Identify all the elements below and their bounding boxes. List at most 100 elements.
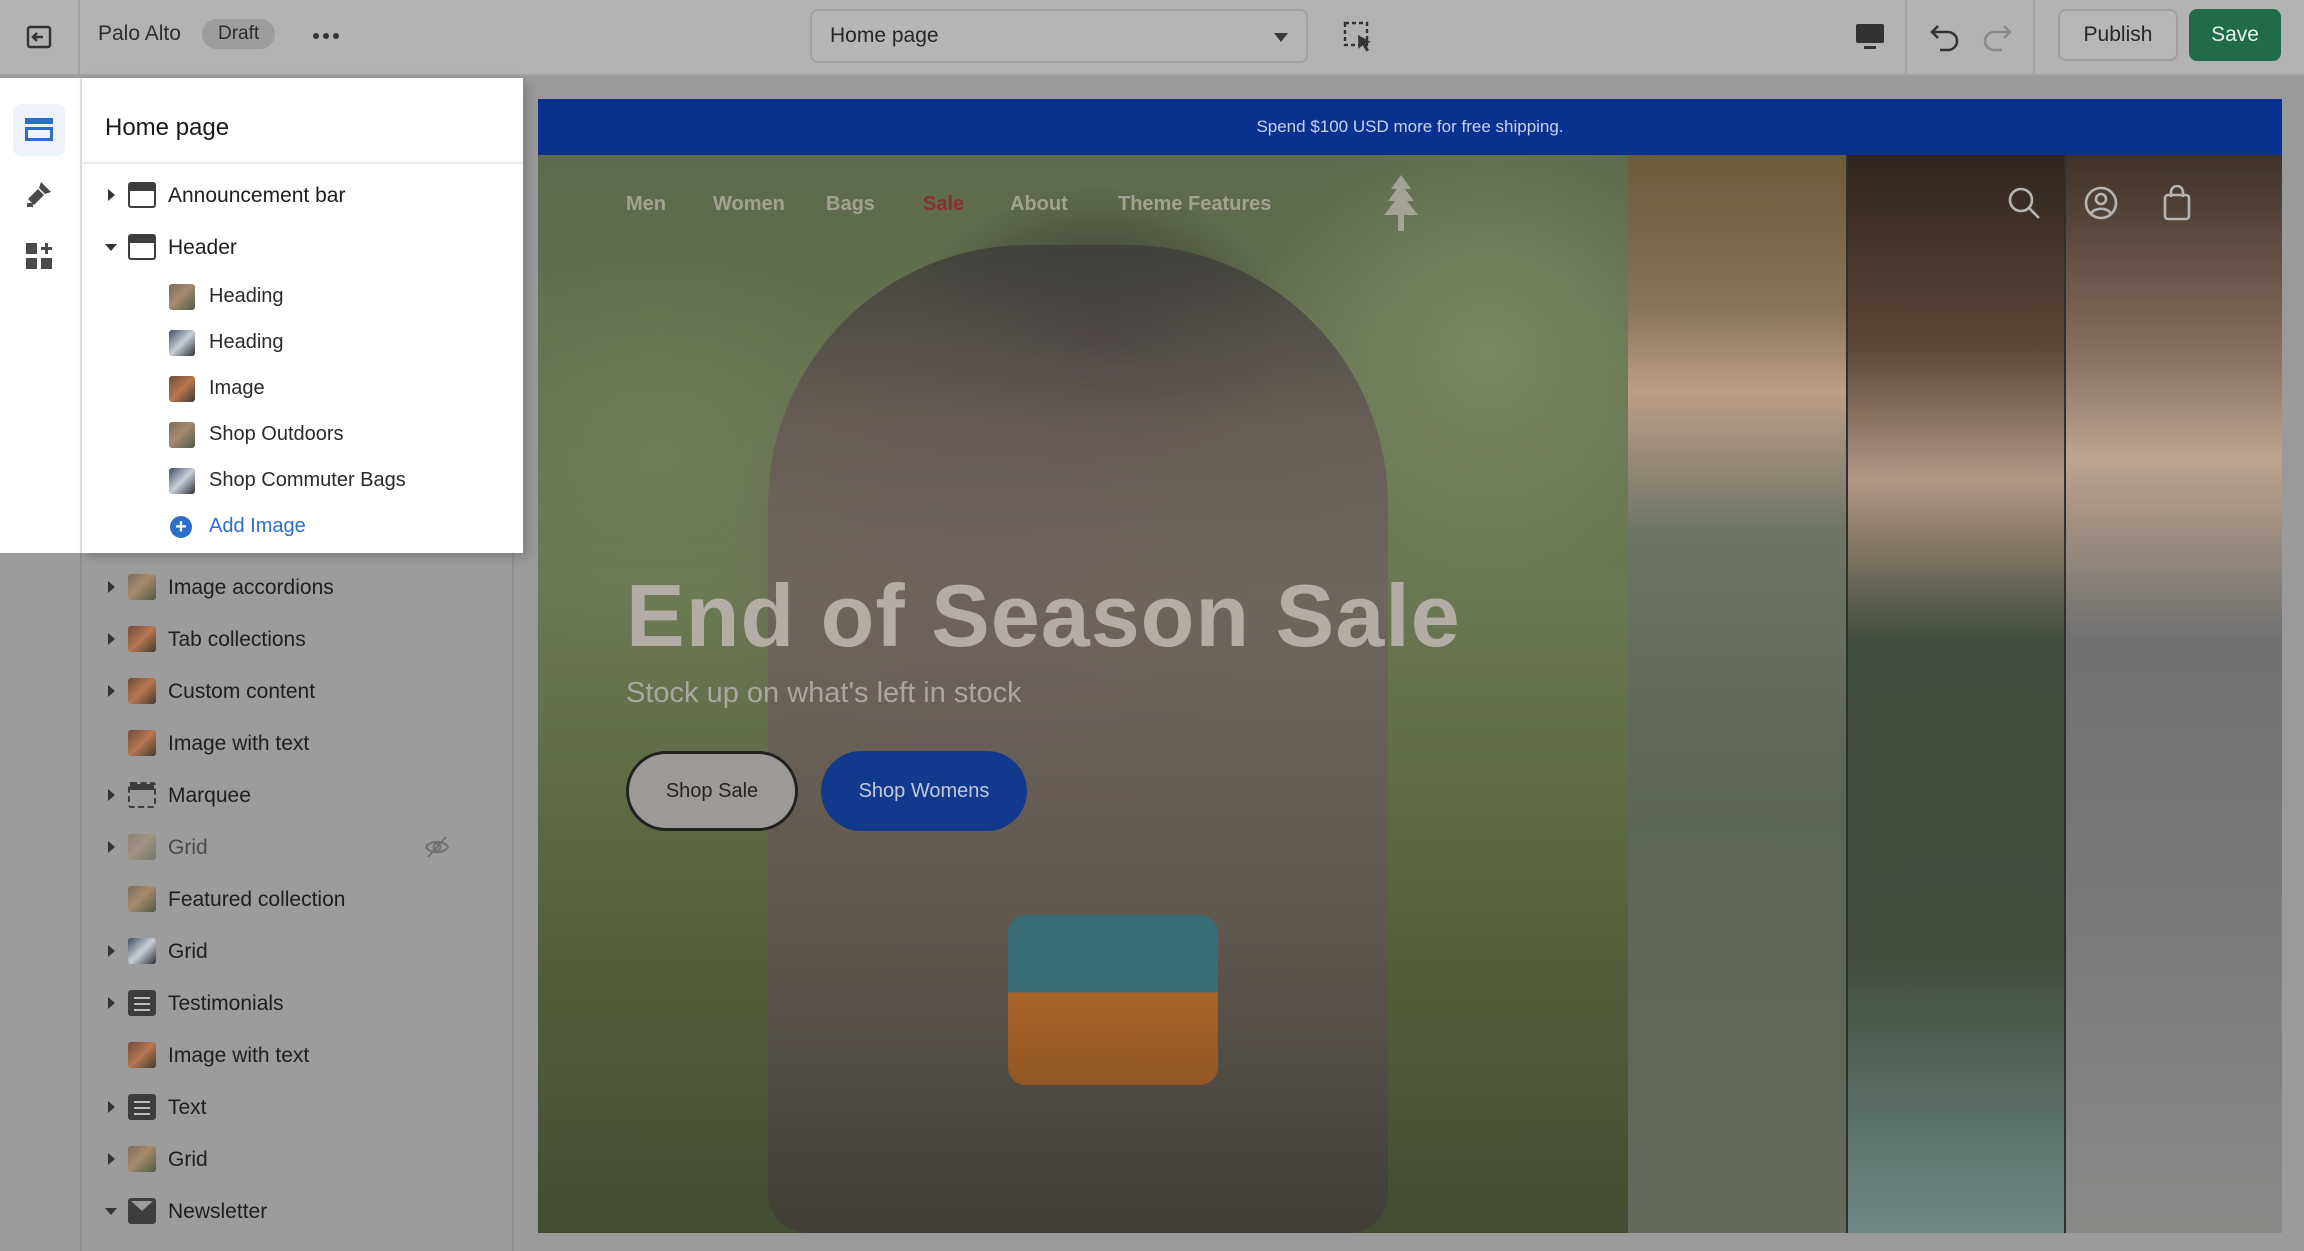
- theme-settings-icon: [27, 182, 51, 207]
- collapse-icon[interactable]: [105, 244, 117, 251]
- add-image-label: Add Image: [209, 515, 306, 537]
- image-thumbnail: [128, 1146, 156, 1172]
- section-item-text[interactable]: Text: [82, 1085, 514, 1129]
- more-actions-button[interactable]: [308, 18, 344, 54]
- image-thumbnail: [169, 330, 195, 356]
- expand-icon[interactable]: [108, 997, 115, 1009]
- block-item-heading[interactable]: Heading: [82, 274, 514, 318]
- block-item-shop-commuter-bags[interactable]: Shop Commuter Bags: [82, 458, 514, 502]
- section-label: Featured collection: [168, 888, 346, 911]
- expand-icon[interactable]: [108, 841, 115, 853]
- section-item-image-with-text-2[interactable]: Image with text: [82, 1033, 514, 1077]
- block-label: Shop Outdoors: [209, 423, 344, 445]
- image-thumbnail: [169, 468, 195, 494]
- apps-icon: [26, 243, 52, 269]
- section-label: Newsletter: [168, 1200, 268, 1223]
- section-item-announcement-bar[interactable]: Announcement bar: [82, 173, 514, 217]
- toolbar-divider: [2033, 0, 2035, 74]
- exit-icon: [26, 25, 52, 49]
- rail-sections-button[interactable]: [13, 104, 65, 156]
- sections-icon: [25, 118, 53, 141]
- image-thumbnail: [128, 730, 156, 756]
- add-image-button[interactable]: + Add Image: [82, 504, 514, 548]
- page-selector-value: Home page: [830, 24, 939, 47]
- toolbar-divider: [1905, 0, 1907, 74]
- section-label: Grid: [168, 940, 208, 963]
- block-label: Image: [209, 377, 265, 399]
- image-thumbnail: [128, 678, 156, 704]
- section-label: Tab collections: [168, 628, 306, 651]
- section-item-tab-collections[interactable]: Tab collections: [82, 617, 514, 661]
- section-item-custom-content[interactable]: Custom content: [82, 669, 514, 713]
- expand-icon[interactable]: [108, 581, 115, 593]
- collapse-icon[interactable]: [105, 1208, 117, 1215]
- inspector-icon[interactable]: [1340, 18, 1378, 56]
- section-label: Image with text: [168, 732, 310, 755]
- expand-icon[interactable]: [108, 945, 115, 957]
- block-label: Heading: [209, 285, 284, 307]
- image-thumbnail: [169, 422, 195, 448]
- section-item-grid[interactable]: Grid: [82, 929, 514, 973]
- expand-icon[interactable]: [108, 789, 115, 801]
- eye-hidden-icon[interactable]: [424, 835, 450, 859]
- section-label: Text: [168, 1096, 207, 1119]
- desktop-preview-icon[interactable]: [1852, 18, 1888, 54]
- rail-theme-settings-button[interactable]: [13, 168, 65, 220]
- image-thumbnail: [128, 574, 156, 600]
- block-item-shop-outdoors[interactable]: Shop Outdoors: [82, 412, 514, 456]
- section-icon: [128, 234, 156, 260]
- image-thumbnail: [128, 886, 156, 912]
- announcement-bar[interactable]: Spend $100 USD more for free shipping.: [538, 99, 2282, 155]
- undo-icon[interactable]: [1926, 16, 1964, 54]
- section-item-featured-collection[interactable]: Featured collection: [82, 877, 514, 921]
- marquee-icon: [128, 782, 156, 808]
- more-horizontal-icon: [313, 33, 339, 39]
- status-badge: Draft: [202, 19, 276, 49]
- section-item-image-accordions[interactable]: Image accordions: [82, 565, 514, 609]
- rail-apps-button[interactable]: [13, 230, 65, 282]
- image-thumbnail: [128, 1042, 156, 1068]
- section-item-header[interactable]: Header: [82, 225, 514, 269]
- text-icon: [128, 990, 156, 1016]
- section-label: Header: [168, 236, 237, 259]
- section-item-grid-hidden[interactable]: Grid: [82, 825, 514, 869]
- caret-down-icon: [1274, 33, 1288, 42]
- sidebar-title: Home page: [105, 114, 230, 141]
- section-label: Grid: [168, 836, 208, 859]
- exit-button[interactable]: [0, 0, 80, 74]
- hero-section[interactable]: Men Women Bags Sale About Theme Features…: [538, 155, 2282, 1233]
- plus-circle-icon: +: [170, 516, 192, 538]
- expand-icon[interactable]: [108, 1101, 115, 1113]
- publish-button[interactable]: Publish: [2058, 9, 2178, 61]
- expand-icon[interactable]: [108, 189, 115, 201]
- expand-icon[interactable]: [108, 685, 115, 697]
- section-label: Marquee: [168, 784, 251, 807]
- section-item-image-with-text[interactable]: Image with text: [82, 721, 514, 765]
- section-label: Testimonials: [168, 992, 284, 1015]
- section-label: Image with text: [168, 1044, 310, 1067]
- editor-topbar: Palo Alto Draft Home page Publish Save: [0, 0, 2304, 76]
- page-selector[interactable]: Home page: [810, 9, 1308, 63]
- save-button[interactable]: Save: [2189, 9, 2281, 61]
- image-thumbnail: [128, 834, 156, 860]
- image-thumbnail: [128, 938, 156, 964]
- section-label: Image accordions: [168, 576, 334, 599]
- storefront-preview[interactable]: Spend $100 USD more for free shipping. M…: [538, 99, 2282, 1233]
- section-item-grid-2[interactable]: Grid: [82, 1137, 514, 1181]
- block-item-image[interactable]: Image: [82, 366, 514, 410]
- section-item-marquee[interactable]: Marquee: [82, 773, 514, 817]
- sections-sidebar: Home page Announcement bar Header Headin…: [82, 78, 523, 1251]
- section-label: Announcement bar: [168, 184, 346, 207]
- redo-icon[interactable]: [1978, 16, 2016, 54]
- section-icon: [128, 182, 156, 208]
- section-label: Grid: [168, 1148, 208, 1171]
- block-item-heading[interactable]: Heading: [82, 320, 514, 364]
- store-name: Palo Alto: [98, 22, 181, 45]
- expand-icon[interactable]: [108, 633, 115, 645]
- block-label: Heading: [209, 331, 284, 353]
- section-item-testimonials[interactable]: Testimonials: [82, 981, 514, 1025]
- section-item-newsletter[interactable]: Newsletter: [82, 1189, 514, 1233]
- expand-icon[interactable]: [108, 1153, 115, 1165]
- image-thumbnail: [169, 284, 195, 310]
- block-label: Shop Commuter Bags: [209, 469, 406, 491]
